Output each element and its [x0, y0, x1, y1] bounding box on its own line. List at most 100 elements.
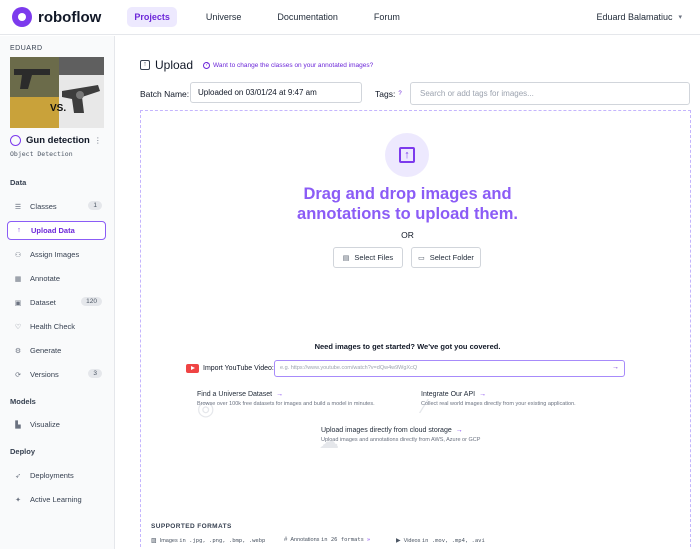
section-data: Data — [10, 178, 27, 187]
sidebar-item-active-learning[interactable]: ✦ Active Learning — [7, 490, 106, 509]
arrow-right-icon: → — [455, 427, 463, 434]
option-desc: Browse over 100k free datasets for image… — [197, 401, 375, 407]
users-icon: ⚇ — [14, 251, 22, 259]
roboflow-logo-icon — [12, 7, 32, 27]
sidebar-item-label: Dataset — [30, 298, 56, 307]
format-images: ▨ Images in .jpg, .png, .bmp, .webp — [151, 537, 265, 545]
project-type: Object Detection — [10, 150, 73, 158]
project-thumbnail[interactable]: VS. — [10, 57, 104, 128]
video-icon: ▶ — [396, 538, 401, 544]
help-icon[interactable]: ? — [398, 91, 401, 97]
project-header[interactable]: Gun detection ⋮ — [10, 135, 102, 146]
versions-icon: ⟳ — [15, 371, 21, 379]
nav-documentation[interactable]: Documentation — [270, 7, 345, 27]
need-images-text: Need images to get started? We've got yo… — [314, 342, 501, 351]
select-folder-label: Select Folder — [429, 253, 474, 262]
user-menu[interactable]: Eduard Balamatiuc ▾ — [596, 12, 682, 22]
dropzone-title-line2: annotations to upload them. — [297, 205, 518, 223]
generate-icon: ⚙ — [14, 347, 22, 355]
annotate-grid-icon: ▦ — [14, 275, 22, 283]
chart-icon: ▙ — [15, 421, 21, 429]
file-icon: ▤ — [342, 254, 350, 262]
sidebar-item-assign-images[interactable]: ⚇ Assign Images — [7, 245, 106, 264]
sidebar-item-label: Upload Data — [31, 226, 75, 235]
count-badge: 3 — [88, 369, 102, 378]
sidebar-item-classes[interactable]: ☰ Classes 1 — [7, 197, 106, 216]
nav-universe[interactable]: Universe — [199, 7, 249, 27]
sidebar-item-versions[interactable]: ⟳ Versions 3 — [7, 365, 106, 384]
arrow-right-icon[interactable]: → — [612, 364, 619, 371]
sidebar-item-generate[interactable]: ⚙ Generate — [7, 341, 106, 360]
format-annotations-label: Annotations — [290, 537, 320, 543]
main-content: ↑ Upload ? Want to change the classes on… — [116, 36, 700, 549]
tags-label-text: Tags: — [375, 89, 396, 99]
nav-forum[interactable]: Forum — [367, 7, 407, 27]
section-models: Models — [10, 397, 36, 406]
count-badge: 120 — [81, 297, 102, 306]
project-name: Gun detection — [26, 135, 90, 146]
format-annotations[interactable]: # Annotations in 26 formats » — [284, 537, 370, 543]
supported-formats-title: SUPPORTED FORMATS — [151, 523, 232, 530]
count-badge: 1 — [88, 201, 102, 210]
sidebar-item-deployments[interactable]: ➶ Deployments — [7, 466, 106, 485]
list-icon: ☰ — [14, 203, 22, 211]
format-images-label: Images — [159, 537, 178, 544]
chevrons-right-icon: » — [366, 537, 371, 543]
youtube-import: Import YouTube Video: — [186, 364, 274, 373]
upload-arrow-icon: ↑ — [17, 227, 21, 234]
option-title: Upload images directly from cloud storag… — [321, 427, 452, 434]
cloud-storage-option[interactable]: Upload images directly from cloud storag… — [321, 427, 480, 443]
format-videos-list: in .mov, .mp4, .avi — [421, 537, 485, 544]
user-name: Eduard Balamatiuc — [596, 12, 673, 22]
sidebar-item-label: Annotate — [30, 274, 61, 283]
help-icon: ? — [203, 61, 211, 69]
youtube-url-input[interactable]: e.g. https://www.youtube.com/watch?v=dQw… — [274, 360, 625, 377]
dropzone[interactable]: ↑ Drag and drop images and annotations t… — [140, 110, 691, 547]
arrow-right-icon: → — [276, 391, 284, 398]
or-divider: OR — [401, 230, 414, 240]
nav-projects[interactable]: Projects — [127, 7, 177, 27]
sidebar-item-label: Deployments — [30, 471, 74, 480]
sidebar-item-upload-data[interactable]: ↑ Upload Data — [7, 221, 106, 240]
main-nav: Projects Universe Documentation Forum — [127, 7, 429, 27]
image-icon: ▨ — [151, 538, 157, 544]
select-files-label: Select Files — [354, 253, 394, 262]
option-desc: Collect real world images directly from … — [421, 401, 576, 407]
heart-icon: ♡ — [14, 323, 22, 331]
integrate-api-option[interactable]: Integrate Our API → Collect real world im… — [421, 391, 576, 407]
roboflow-logo[interactable]: roboflow — [12, 7, 101, 27]
sidebar-item-visualize[interactable]: ▙ Visualize — [7, 415, 106, 434]
sidebar: EDUARD VS. Gun detection ⋮ Object Detect… — [0, 36, 115, 549]
sidebar-item-annotate[interactable]: ▦ Annotate — [7, 269, 106, 288]
sidebar-item-dataset[interactable]: ▣ Dataset 120 — [7, 293, 106, 312]
select-folder-button[interactable]: ▭ Select Folder — [411, 247, 481, 268]
sidebar-item-label: Classes — [30, 202, 57, 211]
active-learning-icon: ✦ — [15, 496, 21, 504]
sidebar-item-label: Generate — [30, 346, 62, 355]
batch-name-input[interactable]: Uploaded on 03/01/24 at 9:47 am — [190, 82, 362, 103]
app-root: roboflow Projects Universe Documentation… — [0, 0, 700, 549]
dataset-icon: ▣ — [14, 299, 22, 307]
chevron-down-icon: ▾ — [678, 14, 682, 21]
option-title: Integrate Our API — [421, 391, 476, 398]
more-vertical-icon[interactable]: ⋮ — [94, 136, 102, 145]
page-title: Upload — [155, 58, 194, 72]
hash-icon: # — [284, 537, 288, 543]
rocket-icon: ➶ — [15, 472, 21, 480]
help-link-text: Want to change the classes on your annot… — [213, 61, 374, 69]
tags-input[interactable]: Search or add tags for images... — [410, 82, 690, 105]
top-nav: roboflow Projects Universe Documentation… — [0, 0, 700, 35]
sidebar-item-health-check[interactable]: ♡ Health Check — [7, 317, 106, 336]
select-files-button[interactable]: ▤ Select Files — [333, 247, 403, 268]
dropzone-title-line1: Drag and drop images and — [303, 185, 512, 203]
option-desc: Upload images and annotations directly f… — [321, 437, 481, 443]
workspace-name: EDUARD — [10, 45, 43, 52]
tags-label: Tags: ? — [375, 89, 402, 99]
youtube-placeholder: e.g. https://www.youtube.com/watch?v=dQw… — [280, 365, 418, 371]
sidebar-item-label: Versions — [30, 370, 59, 379]
brand-name: roboflow — [38, 8, 102, 26]
change-classes-link[interactable]: ? Want to change the classes on your ann… — [203, 61, 374, 69]
section-deploy: Deploy — [10, 447, 36, 456]
upload-header: ↑ Upload ? Want to change the classes on… — [140, 58, 373, 72]
universe-dataset-option[interactable]: Find a Universe Dataset → Browse over 100… — [197, 391, 375, 407]
